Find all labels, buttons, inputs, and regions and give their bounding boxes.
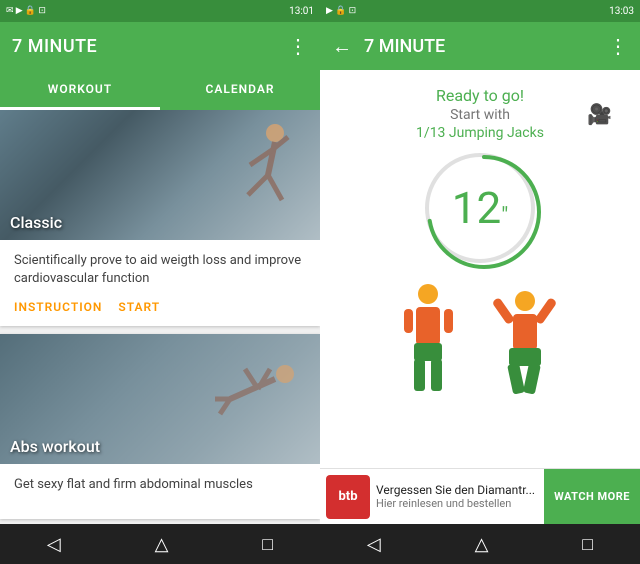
nav-home-right[interactable]: △ <box>475 534 489 555</box>
nav-home-left[interactable]: △ <box>155 534 169 555</box>
ad-title: Vergessen Sie den Diamantr... <box>376 483 544 497</box>
watch-more-button[interactable]: WATCH MORE <box>544 469 640 524</box>
nav-recents-left[interactable]: □ <box>262 534 273 555</box>
right-panel: ▶ 🔒 ⊡ 13:03 ← 7 MINUTE ⋮ 🎥 Ready to go! … <box>320 0 640 564</box>
timer-circle: 12" <box>425 153 535 263</box>
exercise-figures <box>396 279 565 409</box>
abs-figure-svg <box>210 354 310 434</box>
app-title-right: 7 MINUTE <box>364 36 445 57</box>
status-time-left: 13:01 <box>289 6 314 17</box>
instruction-button[interactable]: INSTRUCTION <box>14 300 102 314</box>
ad-text-block: Vergessen Sie den Diamantr... Hier reinl… <box>376 483 544 510</box>
app-bar-left-group: ← 7 MINUTE <box>332 34 445 59</box>
status-bar-right: ▶ 🔒 ⊡ 13:03 <box>320 0 640 22</box>
nav-back-right[interactable]: ◁ <box>367 534 381 555</box>
nav-back-left[interactable]: ◁ <box>47 534 61 555</box>
workout-image-classic: Classic <box>0 110 320 240</box>
nav-bar-left: ◁ △ □ <box>0 524 320 564</box>
nav-bar-right: ◁ △ □ <box>320 524 640 564</box>
classic-actions: INSTRUCTION START <box>14 300 306 314</box>
status-icons-left: ✉ ▶ 🔒 ⊡ <box>6 6 46 16</box>
ready-text: Ready to go! <box>436 86 524 105</box>
detail-content: 🎥 Ready to go! Start with 1/13 Jumping J… <box>336 86 624 417</box>
status-time-right: 13:03 <box>609 6 634 17</box>
start-button[interactable]: START <box>118 300 160 314</box>
left-panel: ✉ ▶ 🔒 ⊡ 13:01 7 MINUTE ⋮ WORKOUT CALENDA… <box>0 0 320 564</box>
content-left: Classic Scientifically prove to aid weig… <box>0 110 320 524</box>
workout-image-abs: Abs workout <box>0 334 320 464</box>
app-bar-left: 7 MINUTE ⋮ <box>0 22 320 70</box>
standing-figure-svg <box>396 279 461 409</box>
classic-figure-svg <box>220 115 300 225</box>
abs-description: Get sexy flat and firm abdominal muscles <box>14 476 306 494</box>
back-button[interactable]: ← <box>332 34 352 59</box>
classic-label: Classic <box>10 213 62 232</box>
workout-detail: 🎥 Ready to go! Start with 1/13 Jumping J… <box>320 70 640 468</box>
more-menu-right[interactable]: ⋮ <box>608 34 628 58</box>
abs-info: Get sexy flat and firm abdominal muscles <box>0 464 320 518</box>
workout-card-classic: Classic Scientifically prove to aid weig… <box>0 110 320 326</box>
exercise-text: 1/13 Jumping Jacks <box>416 125 544 141</box>
status-icons-right: ▶ 🔒 ⊡ <box>326 6 356 16</box>
ad-icon: btb <box>326 475 370 519</box>
classic-description: Scientifically prove to aid weigth loss … <box>14 252 306 288</box>
ad-subtitle: Hier reinlesen und bestellen <box>376 497 544 510</box>
jumping-figure-svg <box>485 279 565 409</box>
app-bar-right: ← 7 MINUTE ⋮ <box>320 22 640 70</box>
classic-info: Scientifically prove to aid weigth loss … <box>0 240 320 326</box>
nav-recents-right[interactable]: □ <box>582 534 593 555</box>
tabs-left: WORKOUT CALENDAR <box>0 70 320 110</box>
status-bar-left: ✉ ▶ 🔒 ⊡ 13:01 <box>0 0 320 22</box>
ad-bar: btb Vergessen Sie den Diamantr... Hier r… <box>320 468 640 524</box>
timer-arc-svg <box>425 153 543 271</box>
start-text: Start with <box>450 107 510 123</box>
more-menu-left[interactable]: ⋮ <box>288 34 308 58</box>
abs-label: Abs workout <box>10 437 100 456</box>
app-title-left: 7 MINUTE <box>12 36 97 57</box>
video-icon[interactable]: 🎥 <box>587 102 612 126</box>
workout-card-abs: Abs workout Get sexy flat and firm abdom… <box>0 334 320 518</box>
tab-workout[interactable]: WORKOUT <box>0 70 160 110</box>
tab-calendar[interactable]: CALENDAR <box>160 70 320 110</box>
